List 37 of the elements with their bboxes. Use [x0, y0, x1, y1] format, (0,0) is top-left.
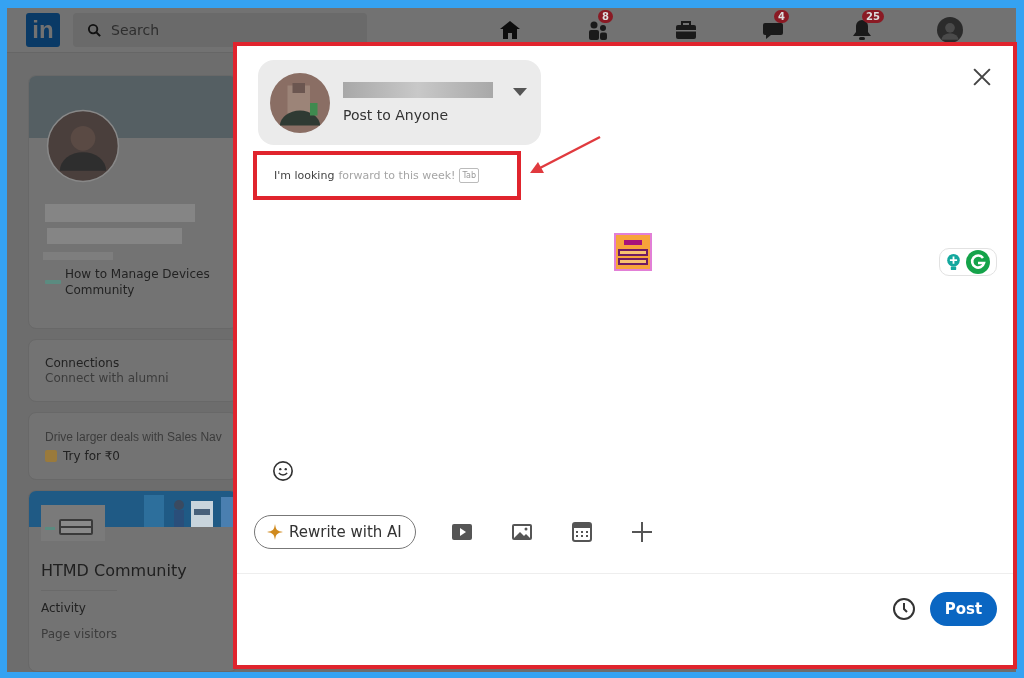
avatar-icon	[270, 72, 330, 133]
plus-icon[interactable]	[629, 520, 654, 544]
avatar-icon	[46, 109, 120, 183]
app-logo[interactable]: in	[26, 13, 60, 47]
page-title[interactable]: HTMD Community	[41, 561, 237, 580]
bell-icon[interactable]	[850, 18, 874, 42]
rewrite-with-ai-button[interactable]: Rewrite with AI	[254, 515, 416, 549]
company-logo-icon	[45, 278, 61, 286]
audience-label: Post to Anyone	[343, 107, 450, 123]
premium-icon	[45, 450, 57, 462]
notification-count: 8	[598, 10, 613, 23]
writing-assistant-widget[interactable]	[939, 248, 997, 276]
sparkle-icon	[267, 524, 283, 540]
avatar-icon[interactable]	[937, 17, 963, 43]
lightbulb-icon	[945, 253, 961, 271]
clock-icon[interactable]	[892, 597, 916, 621]
home-icon[interactable]	[498, 18, 522, 42]
notification-count: 4	[774, 10, 789, 23]
calendar-icon[interactable]	[569, 520, 594, 544]
connections-title: Connections	[45, 356, 121, 370]
post-button[interactable]: Post	[930, 592, 997, 626]
key-hint: Tab	[459, 168, 480, 183]
close-icon[interactable]	[973, 68, 991, 86]
notification-count: 25	[862, 10, 884, 23]
promo-link[interactable]: Try for ₹0	[63, 449, 120, 463]
g-logo-icon	[966, 250, 991, 274]
suggestion-text: forward to this week!	[338, 169, 456, 182]
emoji-icon[interactable]	[272, 460, 294, 482]
caret-icon	[513, 88, 527, 96]
logo-icon	[614, 233, 652, 271]
section-heading: Activity	[41, 601, 87, 615]
page-logo-icon	[41, 505, 105, 541]
company-name[interactable]: How to Manage Devices Community	[65, 266, 225, 298]
search-field[interactable]: Search	[73, 13, 367, 47]
audience-selector[interactable]: Post to Anyone	[258, 60, 541, 145]
briefcase-icon[interactable]	[674, 18, 698, 42]
post-text[interactable]: I'm looking	[274, 169, 335, 182]
